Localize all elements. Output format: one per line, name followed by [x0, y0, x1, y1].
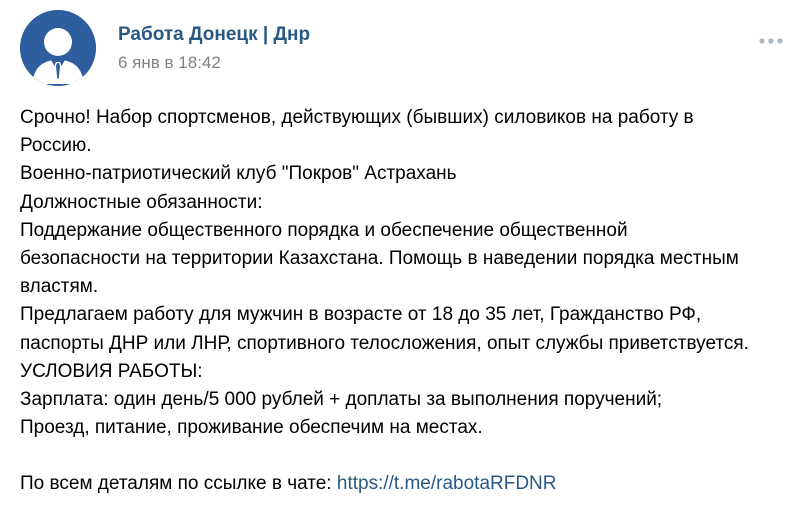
more-dots-icon[interactable]	[756, 34, 786, 48]
post-date[interactable]: 6 янв в 18:42	[118, 53, 221, 73]
footer-prefix: По всем деталям по ссылке в чате:	[20, 473, 337, 495]
post-text-line: Военно-патриотический клуб "Покров" Астр…	[20, 163, 457, 185]
post-text-line: Срочно! Набор спортсменов, действующих (…	[20, 107, 694, 128]
post-text-line: Должностные обязанности:	[20, 191, 263, 213]
post-text-line: паспорты ДНР или ЛНР, спортивного телосл…	[20, 332, 749, 354]
post-text-line: безопасности на территории Казахстана. П…	[20, 247, 739, 269]
post-text-line: УСЛОВИЯ РАБОТЫ:	[20, 360, 203, 382]
post-text-line: Россию.	[20, 135, 92, 157]
author-name[interactable]: Работа Донецк | Днр	[118, 24, 310, 46]
post-text-line: Зарплата: один день/5 000 рублей + допла…	[20, 388, 663, 410]
post-text-line: Предлагаем работу для мужчин в возрасте …	[20, 304, 702, 326]
post-header: Работа Донецк | Днр 6 янв в 18:42	[20, 10, 783, 86]
telegram-link[interactable]: https://t.me/rabotaRFDNR	[337, 473, 557, 494]
post-text: Срочно! Набор спортсменов, действующих (…	[20, 104, 790, 499]
post-text-line: Поддержание общественного порядка и обес…	[20, 219, 628, 241]
post-footer-line: По всем деталям по ссылке в чате: https:…	[20, 470, 790, 498]
post-text-line: властям.	[20, 276, 99, 298]
avatar[interactable]	[20, 10, 96, 86]
businessman-icon	[20, 10, 96, 86]
post-text-line: Проезд, питание, проживание обеспечим на…	[20, 417, 483, 439]
